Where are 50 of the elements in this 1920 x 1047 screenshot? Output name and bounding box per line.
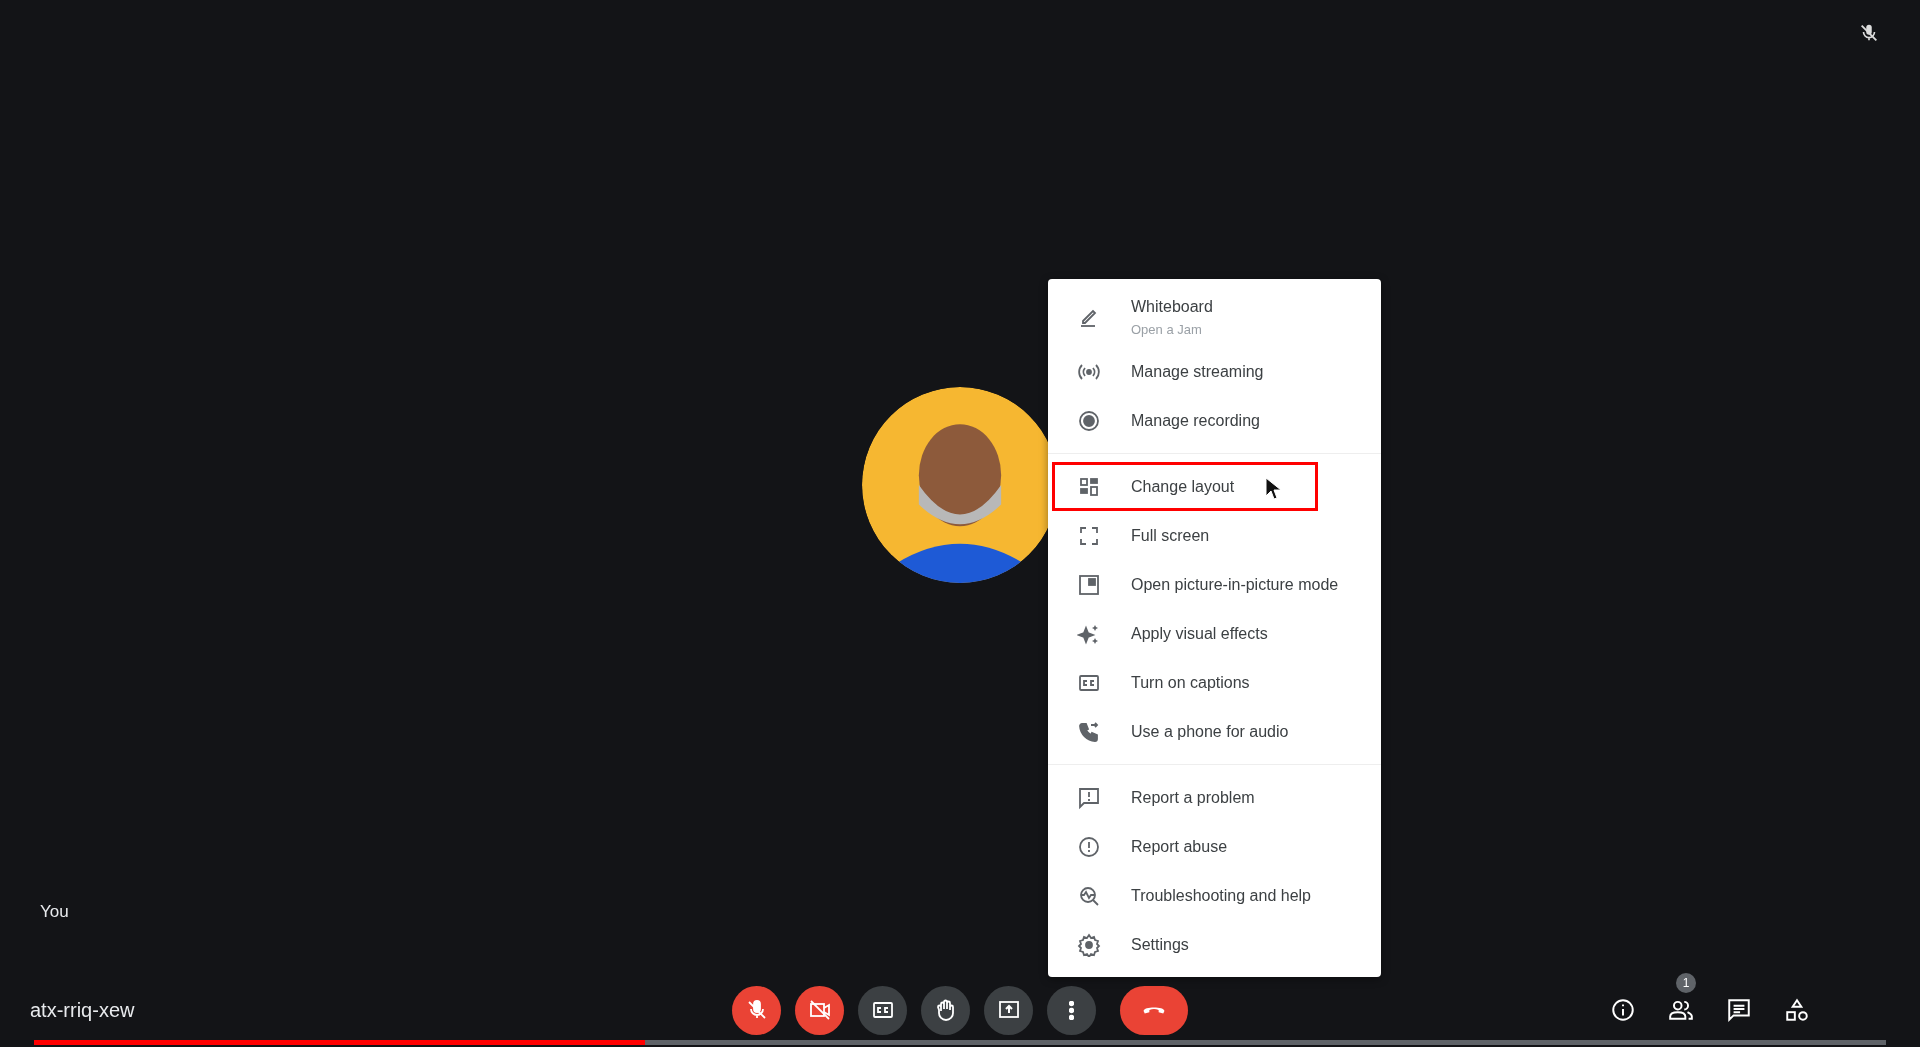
microphone-off-button[interactable] bbox=[732, 985, 781, 1035]
menu-item-label: Troubleshooting and help bbox=[1131, 886, 1311, 905]
menu-item-label: Open picture-in-picture mode bbox=[1131, 575, 1339, 594]
menu-item[interactable]: Change layout bbox=[1052, 462, 1318, 511]
menu-item-label: Settings bbox=[1131, 935, 1189, 954]
menu-item[interactable]: Full screen bbox=[1052, 511, 1377, 560]
menu-item-label: Use a phone for audio bbox=[1131, 722, 1289, 741]
present-button[interactable] bbox=[984, 985, 1033, 1035]
menu-item[interactable]: Troubleshooting and help bbox=[1052, 871, 1377, 920]
menu-item-label: Turn on captions bbox=[1131, 673, 1250, 692]
more-options-icon bbox=[1069, 1000, 1074, 1020]
feedback-icon bbox=[1077, 785, 1101, 810]
shapes-icon[interactable] bbox=[1784, 997, 1810, 1023]
menu-item[interactable]: Apply visual effects bbox=[1052, 609, 1377, 658]
menu-item[interactable]: Settings bbox=[1052, 920, 1377, 969]
settings-icon bbox=[1077, 932, 1101, 957]
participant-name: You bbox=[40, 902, 69, 922]
menu-item-label: Manage streaming bbox=[1131, 362, 1264, 381]
menu-item-label: Apply visual effects bbox=[1131, 624, 1268, 643]
camera-off-icon bbox=[807, 998, 832, 1022]
more-options-button[interactable] bbox=[1047, 985, 1096, 1035]
menu-item[interactable]: Manage streaming bbox=[1052, 347, 1377, 396]
menu-item-label: Report abuse bbox=[1131, 837, 1228, 856]
menu-item-label: Manage recording bbox=[1131, 411, 1260, 430]
menu-item[interactable]: Open picture-in-picture mode bbox=[1052, 560, 1377, 609]
record-icon bbox=[1077, 408, 1101, 433]
warning-icon bbox=[1077, 834, 1101, 859]
captions-button[interactable] bbox=[858, 985, 907, 1035]
menu-item[interactable]: Whiteboard Open a Jam bbox=[1052, 287, 1377, 347]
menu-item-label: Report a problem bbox=[1131, 788, 1255, 807]
menu-item[interactable]: Manage recording bbox=[1052, 396, 1377, 445]
menu-item[interactable]: Report a problem bbox=[1052, 773, 1377, 822]
info-icon[interactable] bbox=[1610, 997, 1636, 1023]
end-call-button[interactable] bbox=[1120, 985, 1188, 1035]
phone-hang-up-icon bbox=[1143, 1006, 1165, 1014]
menu-item-label: Full screen bbox=[1131, 526, 1210, 545]
camera-off-button[interactable] bbox=[795, 985, 844, 1035]
participant-count-badge: 1 bbox=[1676, 973, 1696, 993]
menu-item-label: Change layout bbox=[1131, 477, 1235, 496]
picture-in-picture-icon bbox=[1077, 572, 1101, 597]
menu-item[interactable]: Use a phone for audio bbox=[1052, 707, 1377, 756]
phone-icon bbox=[1077, 719, 1101, 744]
menu-item[interactable]: Turn on captions bbox=[1052, 658, 1377, 707]
mouse-pointer-icon bbox=[1265, 477, 1281, 501]
menu-item-label: Whiteboard bbox=[1131, 297, 1213, 316]
meeting-code: atx-rriq-xew bbox=[30, 998, 136, 1022]
menu-item-subtitle: Open a Jam bbox=[1131, 321, 1203, 337]
chat-icon[interactable] bbox=[1726, 997, 1752, 1023]
raise-hand-button[interactable] bbox=[921, 985, 970, 1035]
menu-item[interactable]: Report abuse bbox=[1052, 822, 1377, 871]
